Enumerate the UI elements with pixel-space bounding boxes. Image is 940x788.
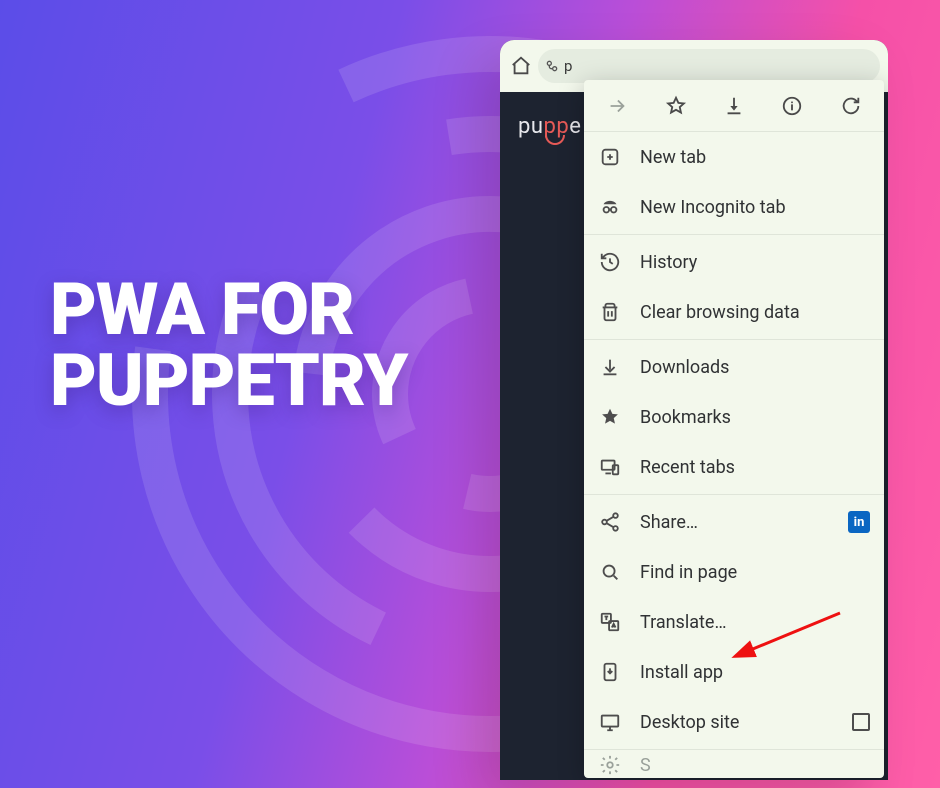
- linkedin-badge: in: [848, 511, 870, 533]
- history-icon: [598, 250, 622, 274]
- overflow-menu: New tab New Incognito tab History Clear …: [584, 80, 884, 778]
- menu-downloads-label: Downloads: [640, 357, 870, 378]
- bookmark-star-icon: [598, 405, 622, 429]
- menu-new-tab-label: New tab: [640, 147, 870, 168]
- headline: PWA FOR PUPPETRY: [50, 275, 407, 416]
- menu-bookmarks[interactable]: Bookmarks: [584, 392, 884, 442]
- menu-desktop-site-label: Desktop site: [640, 712, 834, 733]
- url-text: p: [564, 57, 572, 75]
- menu-translate[interactable]: Translate…: [584, 597, 884, 647]
- menu-share-label: Share…: [640, 512, 830, 533]
- headline-line2: PUPPETRY: [50, 346, 407, 417]
- gear-icon: [598, 753, 622, 777]
- home-icon[interactable]: [508, 53, 534, 79]
- menu-translate-label: Translate…: [640, 612, 870, 633]
- info-icon[interactable]: [772, 86, 812, 126]
- puppetry-logo: puppe: [518, 114, 581, 139]
- menu-incognito[interactable]: New Incognito tab: [584, 182, 884, 232]
- menu-incognito-label: New Incognito tab: [640, 197, 870, 218]
- menu-new-tab[interactable]: New tab: [584, 132, 884, 182]
- menu-recent-tabs[interactable]: Recent tabs: [584, 442, 884, 492]
- menu-clear-data[interactable]: Clear browsing data: [584, 287, 884, 337]
- menu-desktop-site[interactable]: Desktop site: [584, 697, 884, 747]
- download-icon[interactable]: [714, 86, 754, 126]
- download-arrow-icon: [598, 355, 622, 379]
- star-icon[interactable]: [656, 86, 696, 126]
- menu-separator: [584, 234, 884, 235]
- logo-prefix: pu: [518, 114, 543, 139]
- incognito-icon: [598, 195, 622, 219]
- menu-settings-cut-label: S: [640, 755, 651, 776]
- share-icon: [598, 510, 622, 534]
- logo-smile-icon: [545, 135, 565, 145]
- install-icon: [598, 660, 622, 684]
- menu-separator: [584, 339, 884, 340]
- menu-share[interactable]: Share… in: [584, 497, 884, 547]
- devices-icon: [598, 455, 622, 479]
- forward-icon[interactable]: [597, 86, 637, 126]
- trash-icon: [598, 300, 622, 324]
- translate-icon: [598, 610, 622, 634]
- menu-separator: [584, 494, 884, 495]
- menu-install-app[interactable]: Install app: [584, 647, 884, 697]
- menu-history[interactable]: History: [584, 237, 884, 287]
- checkbox-empty-icon[interactable]: [852, 713, 870, 731]
- search-icon: [598, 560, 622, 584]
- plus-box-icon: [598, 145, 622, 169]
- menu-settings-cut[interactable]: S: [584, 752, 884, 778]
- desktop-icon: [598, 710, 622, 734]
- menu-separator: [584, 749, 884, 750]
- refresh-icon[interactable]: [831, 86, 871, 126]
- menu-recent-tabs-label: Recent tabs: [640, 457, 870, 478]
- phone-frame: p puppe Pu ea c wit Puppe and r short v …: [500, 40, 888, 780]
- menu-find-label: Find in page: [640, 562, 870, 583]
- menu-top-row: [584, 80, 884, 132]
- headline-line1: PWA FOR: [50, 275, 407, 346]
- menu-clear-data-label: Clear browsing data: [640, 302, 870, 323]
- menu-history-label: History: [640, 252, 870, 273]
- url-bar[interactable]: p: [538, 49, 880, 83]
- logo-suffix: e: [569, 114, 581, 139]
- menu-find[interactable]: Find in page: [584, 547, 884, 597]
- menu-bookmarks-label: Bookmarks: [640, 407, 870, 428]
- menu-install-app-label: Install app: [640, 662, 870, 683]
- menu-downloads[interactable]: Downloads: [584, 342, 884, 392]
- logo-mid: pp: [543, 114, 569, 139]
